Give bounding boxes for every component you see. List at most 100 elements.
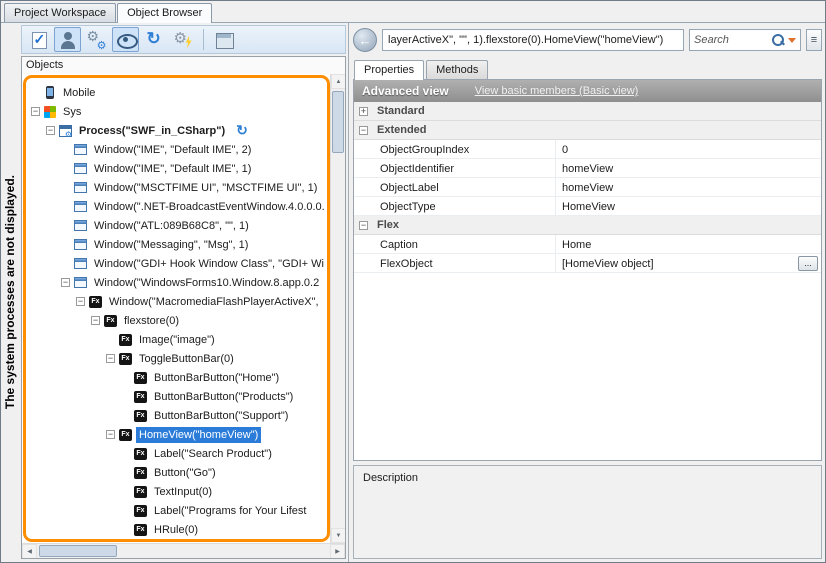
basic-view-link[interactable]: View basic members (Basic view): [475, 85, 639, 97]
tree-item[interactable]: FxTextInput(0): [29, 482, 327, 501]
extensions-gears-button[interactable]: [83, 27, 110, 52]
property-category-extended[interactable]: −Extended: [354, 121, 821, 140]
property-value[interactable]: homeView: [556, 178, 821, 196]
tree-item-label[interactable]: Window("WindowsForms10.Window.8.app.0.2: [91, 275, 322, 291]
tree-item-label[interactable]: Window("ATL:089B68C8", "", 1): [91, 218, 252, 234]
tree-item-label[interactable]: Window("MSCTFIME UI", "MSCTFIME UI", 1): [91, 180, 320, 196]
collapse-icon[interactable]: −: [359, 221, 368, 230]
tab-project-workspace[interactable]: Project Workspace: [4, 3, 116, 22]
tree-item[interactable]: FxButtonBarButton("Products"): [29, 387, 327, 406]
tree-item-label[interactable]: flexstore(0): [121, 313, 182, 329]
tree-item[interactable]: − Window("WindowsForms10.Window.8.app.0.2: [29, 273, 327, 292]
search-input[interactable]: Search: [689, 29, 801, 51]
tab-object-browser[interactable]: Object Browser: [117, 3, 212, 23]
tree-item[interactable]: −FxWindow("MacromediaFlashPlayerActiveX"…: [29, 292, 327, 311]
property-value[interactable]: Home: [556, 235, 821, 253]
actions-gear-button[interactable]: [170, 27, 197, 52]
collapse-icon[interactable]: −: [31, 107, 40, 116]
tree-item-label[interactable]: Label("Programs for Your Lifest: [151, 503, 310, 519]
tree-item[interactable]: − Sys: [29, 102, 327, 121]
vertical-scroll-track[interactable]: [331, 89, 345, 528]
panel-menu-button[interactable]: ≡: [806, 29, 822, 51]
horizontal-scroll-thumb[interactable]: [39, 545, 117, 557]
collapse-icon[interactable]: −: [46, 126, 55, 135]
tree-item[interactable]: FxLabel("Search Product"): [29, 444, 327, 463]
collapse-icon[interactable]: −: [106, 354, 115, 363]
tree-item-label[interactable]: HomeView("homeView"): [136, 427, 261, 443]
property-category-flex[interactable]: −Flex: [354, 216, 821, 235]
tree-item[interactable]: Window(".NET-BroadcastEventWindow.4.0.0.…: [29, 197, 327, 216]
tree-item-label[interactable]: ToggleButtonBar(0): [136, 351, 237, 367]
tree-item[interactable]: FxLabel("Programs for Your Lifest: [29, 501, 327, 520]
scroll-up-icon[interactable]: ▲: [331, 74, 345, 89]
tab-methods[interactable]: Methods: [426, 60, 488, 79]
tree-item[interactable]: Window("MSCTFIME UI", "MSCTFIME UI", 1): [29, 178, 327, 197]
tree-item[interactable]: Window("IME", "Default IME", 1): [29, 159, 327, 178]
property-value[interactable]: homeView: [556, 159, 821, 177]
tree-item-label[interactable]: Image("image"): [136, 332, 218, 348]
tree-item-label[interactable]: Window("Messaging", "Msg", 1): [91, 237, 251, 253]
object-tree[interactable]: Mobile−Sys−Process("SWF_in_CSharp")↻Wind…: [23, 75, 330, 542]
scroll-down-icon[interactable]: ▼: [331, 528, 345, 543]
tree-item-label[interactable]: Window("GDI+ Hook Window Class", "GDI+ W…: [91, 256, 327, 272]
highlight-object-button[interactable]: [112, 27, 139, 52]
tree-item[interactable]: FxButtonBarButton("Home"): [29, 368, 327, 387]
property-row-objectgroupindex[interactable]: ObjectGroupIndex0: [354, 140, 821, 159]
property-category-standard[interactable]: +Standard: [354, 102, 821, 121]
tree-item[interactable]: Fx: [29, 539, 327, 542]
property-row-objecttype[interactable]: ObjectTypeHomeView: [354, 197, 821, 216]
collapse-icon[interactable]: −: [76, 297, 85, 306]
tree-item-label[interactable]: Mobile: [60, 85, 98, 101]
property-value[interactable]: HomeView: [556, 197, 821, 215]
tree-item-label[interactable]: Label("Search Product"): [151, 446, 275, 462]
tree-item[interactable]: Window("ATL:089B68C8", "", 1): [29, 216, 327, 235]
tree-item-label[interactable]: HRule(0): [151, 522, 201, 538]
property-value[interactable]: [HomeView object]...: [556, 254, 821, 272]
panel-layout-button[interactable]: [210, 27, 237, 52]
tree-item-label[interactable]: TextInput(0): [151, 484, 215, 500]
tab-properties[interactable]: Properties: [354, 60, 424, 80]
collapse-icon[interactable]: −: [106, 430, 115, 439]
tree-item-label[interactable]: Window("MacromediaFlashPlayerActiveX",: [106, 294, 322, 310]
tree-item-label[interactable]: Window("IME", "Default IME", 2): [91, 142, 254, 158]
ellipsis-button[interactable]: ...: [798, 256, 818, 271]
horizontal-scroll-track[interactable]: [37, 544, 330, 558]
collapse-icon[interactable]: −: [61, 278, 70, 287]
property-row-flexobject[interactable]: FlexObject[HomeView object]...: [354, 254, 821, 273]
search-icon[interactable]: [771, 33, 785, 47]
property-row-objectidentifier[interactable]: ObjectIdentifierhomeView: [354, 159, 821, 178]
filter-criteria-button[interactable]: [25, 27, 52, 52]
tree-item[interactable]: Window("GDI+ Hook Window Class", "GDI+ W…: [29, 254, 327, 273]
tree-item[interactable]: FxButton("Go"): [29, 463, 327, 482]
vertical-scroll-thumb[interactable]: [332, 91, 344, 153]
tree-item[interactable]: FxHRule(0): [29, 520, 327, 539]
property-row-objectlabel[interactable]: ObjectLabelhomeView: [354, 178, 821, 197]
refresh-button[interactable]: [141, 27, 168, 52]
tree-item[interactable]: Window("Messaging", "Msg", 1): [29, 235, 327, 254]
tree-item-label[interactable]: ButtonBarButton("Products"): [151, 389, 296, 405]
property-row-caption[interactable]: CaptionHome: [354, 235, 821, 254]
tree-item[interactable]: FxImage("image"): [29, 330, 327, 349]
tree-item[interactable]: −FxHomeView("homeView"): [29, 425, 327, 444]
tree-item-label[interactable]: Sys: [60, 104, 84, 120]
tree-item-label[interactable]: ButtonBarButton("Home"): [151, 370, 282, 386]
scroll-left-icon[interactable]: ◀: [22, 544, 37, 559]
tree-item-label[interactable]: Window("IME", "Default IME", 1): [91, 161, 254, 177]
tree-item-label[interactable]: Process("SWF_in_CSharp"): [76, 123, 228, 139]
scroll-right-icon[interactable]: ▶: [330, 544, 345, 559]
tree-item-label[interactable]: Window(".NET-BroadcastEventWindow.4.0.0.…: [91, 199, 328, 215]
tree-item[interactable]: Window("IME", "Default IME", 2): [29, 140, 327, 159]
collapse-icon[interactable]: −: [91, 316, 100, 325]
expand-icon[interactable]: +: [359, 107, 368, 116]
object-spy-button[interactable]: [54, 27, 81, 52]
tree-item-label[interactable]: Button("Go"): [151, 465, 219, 481]
tree-item[interactable]: Mobile: [29, 83, 327, 102]
tree-item[interactable]: −Process("SWF_in_CSharp")↻: [29, 121, 327, 140]
tree-vertical-scrollbar[interactable]: ▲ ▼: [330, 74, 345, 543]
tree-item[interactable]: −FxToggleButtonBar(0): [29, 349, 327, 368]
property-value[interactable]: 0: [556, 140, 821, 158]
collapse-icon[interactable]: −: [359, 126, 368, 135]
tree-item-label[interactable]: ButtonBarButton("Support"): [151, 408, 291, 424]
object-path-field[interactable]: layerActiveX", "", 1).flexstore(0).HomeV…: [382, 29, 684, 51]
tree-item[interactable]: FxButtonBarButton("Support"): [29, 406, 327, 425]
